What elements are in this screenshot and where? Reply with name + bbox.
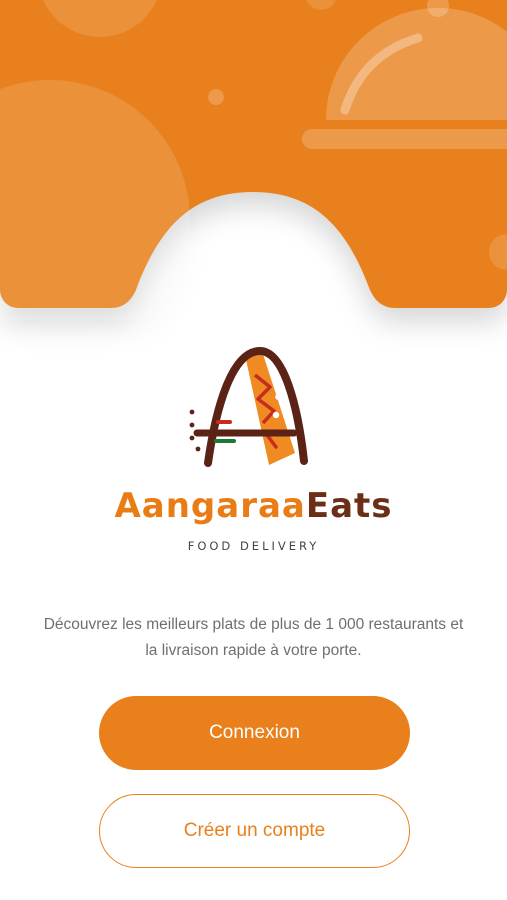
- app-logo: [0, 335, 507, 475]
- login-button[interactable]: Connexion: [99, 696, 410, 770]
- brand-name-part1: Aangaraa: [114, 486, 306, 526]
- deco-dot-small: [208, 89, 224, 105]
- letter-a-pizza-logo-icon: [189, 346, 308, 467]
- welcome-description: Découvrez les meilleurs plats de plus de…: [43, 615, 464, 659]
- brand-tagline: FOOD DELIVERY: [187, 539, 320, 553]
- create-account-button[interactable]: Créer un compte: [99, 794, 410, 868]
- brand-name: AangaraaEats: [0, 478, 507, 534]
- hero-header: [0, 0, 507, 340]
- brand-name-part2: Eats: [305, 486, 393, 526]
